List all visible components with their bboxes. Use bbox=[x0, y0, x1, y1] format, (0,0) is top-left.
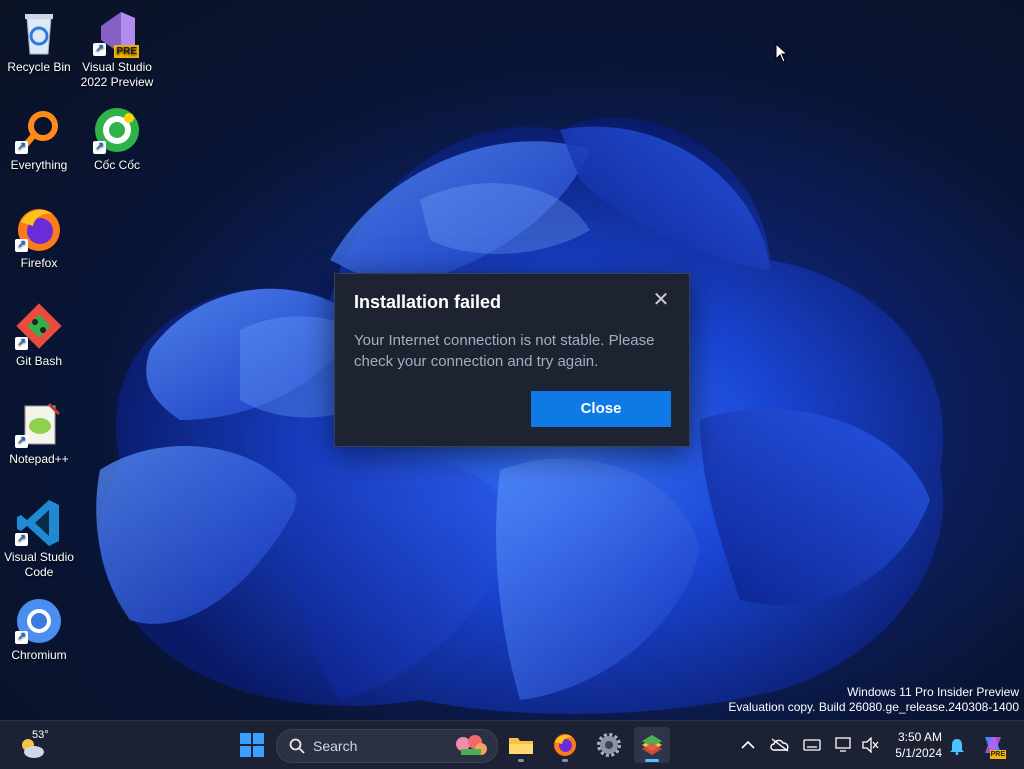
desktop-icon-recycle-bin[interactable]: Recycle Bin bbox=[0, 8, 78, 75]
git-bash-icon: ↗ bbox=[13, 302, 65, 352]
installation-failed-dialog: Installation failed ✕ Your Internet conn… bbox=[334, 273, 690, 447]
copilot-preview-badge: PRE bbox=[989, 750, 1006, 759]
clock-date: 5/1/2024 bbox=[895, 746, 942, 760]
shortcut-arrow-icon: ↗ bbox=[15, 533, 28, 546]
clock[interactable]: 3:50 AM 5/1/2024 bbox=[884, 729, 942, 761]
show-hidden-icons-button[interactable] bbox=[738, 727, 758, 763]
shortcut-arrow-icon: ↗ bbox=[15, 239, 28, 252]
volume-tray-button[interactable] bbox=[858, 727, 882, 763]
chromium-icon: ↗ bbox=[13, 596, 65, 646]
bluestacks-icon bbox=[642, 735, 662, 755]
chevron-up-icon bbox=[741, 740, 755, 749]
shortcut-arrow-icon: ↗ bbox=[15, 337, 28, 350]
desktop-icon-notepad-plus-plus[interactable]: ↗ Notepad++ bbox=[0, 400, 78, 467]
watermark-edition: Windows 11 Pro Insider Preview bbox=[847, 685, 1019, 699]
desktop-icon-label: Visual Studio 2022 Preview bbox=[80, 60, 154, 89]
taskbar-bluestacks[interactable] bbox=[634, 727, 670, 763]
shortcut-arrow-icon: ↗ bbox=[93, 141, 106, 154]
copilot-button[interactable]: PRE bbox=[978, 727, 1008, 763]
weather-temperature: 53° bbox=[32, 729, 49, 741]
windows-watermark: Windows 11 Pro Insider Preview Evaluatio… bbox=[728, 685, 1019, 715]
gear-icon bbox=[597, 733, 621, 757]
desktop-icon-everything[interactable]: ↗ Everything bbox=[0, 106, 78, 173]
desktop-icon-firefox[interactable]: ↗ Firefox bbox=[0, 204, 78, 271]
dialog-message: Your Internet connection is not stable. … bbox=[354, 332, 655, 370]
preview-badge: PRE bbox=[114, 45, 139, 58]
taskbar: 53° Search 3:50 AM 5/1/2024 PRE bbox=[0, 720, 1024, 769]
desktop-icon-chromium[interactable]: ↗ Chromium bbox=[0, 596, 78, 663]
notifications-button[interactable] bbox=[946, 727, 968, 763]
dialog-title: Installation failed bbox=[354, 292, 502, 312]
watermark-build: Evaluation copy. Build 26080.ge_release.… bbox=[728, 700, 1019, 714]
recycle-bin-icon bbox=[13, 8, 65, 58]
taskbar-firefox[interactable] bbox=[548, 727, 582, 763]
taskbar-settings[interactable] bbox=[592, 727, 626, 763]
coc-coc-icon: ↗ bbox=[91, 106, 143, 156]
desktop-icon-label: Chromium bbox=[11, 648, 67, 662]
vscode-icon: ↗ bbox=[13, 498, 65, 548]
desktop-icon-label: Notepad++ bbox=[9, 452, 69, 466]
flowers-highlight-icon bbox=[456, 735, 487, 755]
desktop-icon-visual-studio-2022-preview[interactable]: PRE ↗ Visual Studio 2022 Preview bbox=[78, 8, 156, 90]
running-indicator bbox=[562, 759, 568, 762]
desktop-icon-visual-studio-code[interactable]: ↗ Visual Studio Code bbox=[0, 498, 78, 580]
network-icon bbox=[835, 737, 851, 752]
active-indicator bbox=[645, 759, 659, 762]
visual-studio-icon: PRE ↗ bbox=[91, 8, 143, 58]
taskbar-file-explorer[interactable] bbox=[504, 727, 538, 763]
mouse-cursor-icon bbox=[775, 43, 789, 63]
onedrive-tray-button[interactable] bbox=[768, 727, 792, 763]
close-icon[interactable]: ✕ bbox=[651, 290, 671, 310]
clock-time: 3:50 AM bbox=[897, 730, 942, 744]
weather-widget[interactable]: 53° bbox=[14, 727, 54, 763]
network-tray-button[interactable] bbox=[832, 727, 856, 763]
firefox-icon bbox=[554, 734, 576, 756]
shortcut-arrow-icon: ↗ bbox=[93, 43, 106, 56]
close-button[interactable]: Close bbox=[531, 391, 671, 427]
shortcut-arrow-icon: ↗ bbox=[15, 141, 28, 154]
desktop-icon-label: Firefox bbox=[20, 256, 58, 270]
firefox-icon: ↗ bbox=[13, 204, 65, 254]
taskbar-search-box[interactable]: Search bbox=[276, 729, 498, 763]
everything-search-icon: ↗ bbox=[13, 106, 65, 156]
bell-icon bbox=[950, 739, 964, 755]
shortcut-arrow-icon: ↗ bbox=[15, 631, 28, 644]
desktop-icon-label: Git Bash bbox=[15, 354, 63, 368]
notepad-plus-plus-icon: ↗ bbox=[13, 400, 65, 450]
desktop-icon-label: Visual Studio Code bbox=[4, 550, 74, 579]
start-button[interactable] bbox=[236, 727, 268, 763]
desktop-icon-label: Cốc Cốc bbox=[93, 158, 140, 172]
running-indicator bbox=[518, 759, 524, 762]
desktop-icon-label: Everything bbox=[10, 158, 68, 172]
shortcut-arrow-icon: ↗ bbox=[15, 435, 28, 448]
desktop-icon-label: Recycle Bin bbox=[7, 60, 71, 74]
desktop-icon-git-bash[interactable]: ↗ Git Bash bbox=[0, 302, 78, 369]
search-icon bbox=[289, 738, 305, 754]
cloud-off-icon bbox=[770, 738, 789, 752]
search-placeholder: Search bbox=[313, 738, 358, 754]
volume-muted-icon bbox=[862, 737, 879, 753]
windows-logo-icon bbox=[240, 733, 264, 757]
desktop-icon-coc-coc[interactable]: ↗ Cốc Cốc bbox=[78, 106, 156, 173]
keyboard-icon bbox=[803, 739, 821, 751]
keyboard-tray-button[interactable] bbox=[800, 727, 824, 763]
folder-icon bbox=[509, 738, 533, 754]
